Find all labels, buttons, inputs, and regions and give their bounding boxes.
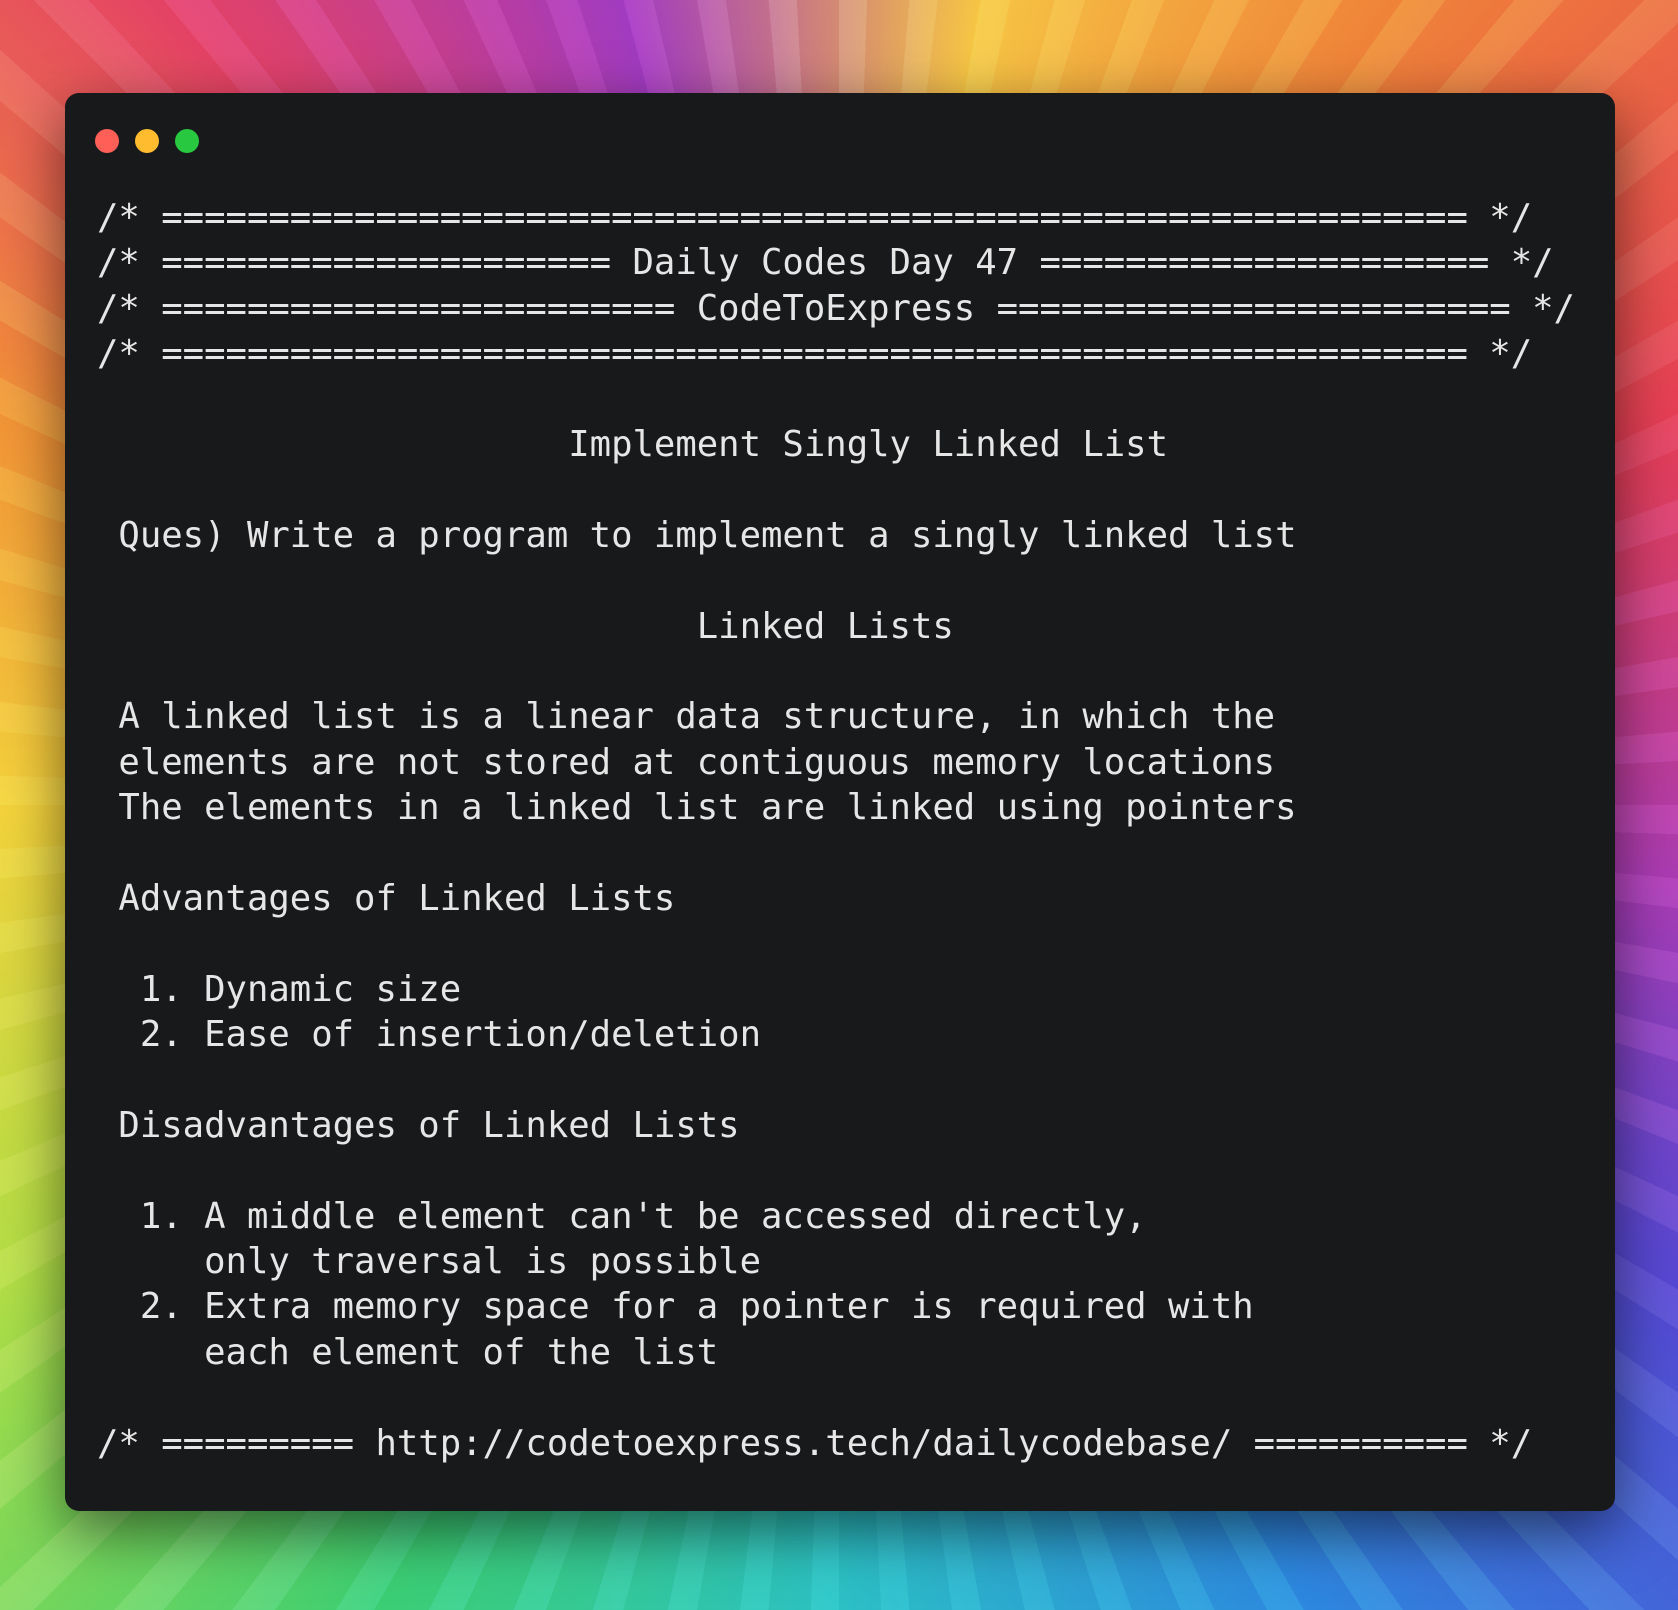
minimize-button[interactable]	[135, 129, 159, 153]
close-button[interactable]	[95, 129, 119, 153]
maximize-button[interactable]	[175, 129, 199, 153]
code-line: /* ========= http://codetoexpress.tech/d…	[97, 1422, 1533, 1464]
code-line: 1. A middle element can't be accessed di…	[97, 1195, 1147, 1237]
code-block: /* =====================================…	[97, 195, 1575, 1466]
code-line: elements are not stored at contiguous me…	[97, 741, 1276, 783]
code-line: /* ======================== CodeToExpres…	[97, 287, 1575, 329]
code-line: Disadvantages of Linked Lists	[97, 1104, 740, 1146]
code-line: each element of the list	[97, 1331, 719, 1373]
code-line: /* =====================================…	[97, 333, 1533, 375]
code-line: /* =====================================…	[97, 197, 1533, 238]
code-line: only traversal is possible	[97, 1240, 762, 1282]
code-line: 1. Dynamic size	[97, 968, 462, 1010]
code-line: /* ===================== Daily Codes Day…	[97, 242, 1554, 284]
code-line: 2. Extra memory space for a pointer is r…	[97, 1286, 1254, 1328]
code-line: Implement Singly Linked List	[97, 423, 1168, 465]
code-line: The elements in a linked list are linked…	[97, 787, 1297, 829]
code-line: Advantages of Linked Lists	[97, 877, 676, 919]
code-window: /* =====================================…	[65, 93, 1615, 1511]
window-controls	[95, 129, 199, 153]
code-line: A linked list is a linear data structure…	[97, 696, 1276, 738]
code-line: 2. Ease of insertion/deletion	[97, 1014, 762, 1056]
code-line: Ques) Write a program to implement a sin…	[97, 514, 1297, 556]
code-line: Linked Lists	[97, 605, 954, 647]
